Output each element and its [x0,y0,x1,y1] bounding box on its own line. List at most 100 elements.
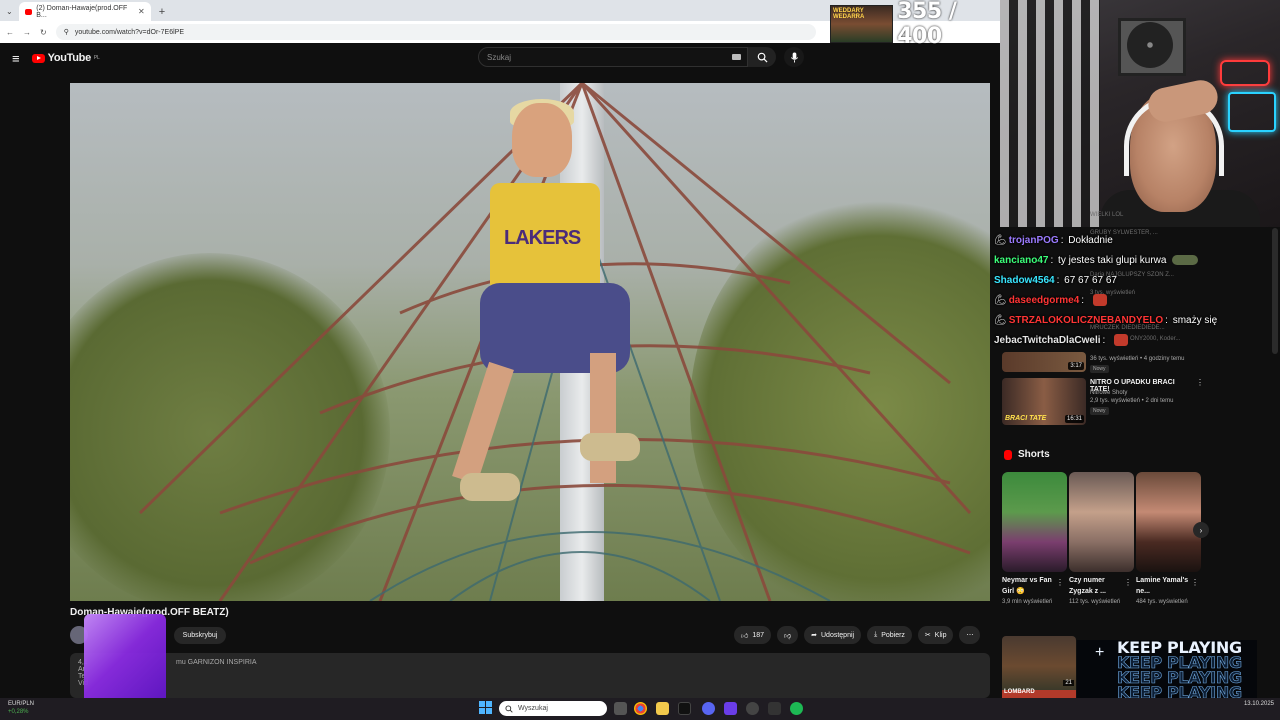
counter-thumb-text: WEDDARY WEDARRA [833,8,865,20]
back-arrow-icon[interactable]: ← [6,28,14,37]
file-explorer-icon[interactable] [656,702,669,715]
stream-goal-counter: WEDDARY WEDARRA 355 / 400 [830,0,1000,49]
more-actions-button[interactable]: ⋯ [959,626,981,644]
more-options-icon[interactable]: ⋮ [1196,378,1204,387]
chat-badge-icon: 💪︎ [994,234,1007,246]
recommendation-thumbnail[interactable]: 3:17 [1002,352,1086,372]
chat-badge-icon: 💪︎ [994,294,1007,306]
chrome-icon[interactable] [634,702,647,715]
like-button[interactable]: 👍︎ 187 [734,626,772,644]
url-text: youtube.com/watch?v=dOr-7E6lPE [74,28,184,36]
more-options-icon[interactable]: ⋮ [1056,578,1064,587]
chat-username: trojanPOG [1008,234,1059,246]
reload-icon[interactable]: ↻ [40,28,47,37]
short-thumbnail[interactable] [1069,472,1134,572]
recommendation-item[interactable]: BRACI TATE 16:31 NITRO O UPADKU BRACI TA… [1002,378,1204,428]
chat-username: JebacTwitchaDlaCweli [994,334,1101,346]
new-tab-button[interactable]: + [159,6,165,18]
voice-search-button[interactable] [784,47,804,67]
description-box[interactable]: 4,1 Ar Te Vid mu GARNIZON INSPIRIA [70,653,990,698]
app-icon[interactable] [768,702,781,715]
chat-message: 💪︎ trojanPOG: Dokładnie [994,234,1113,246]
short-title[interactable]: Czy numer Zygzak z ... [1069,575,1129,597]
address-bar[interactable]: ⚲ youtube.com/watch?v=dOr-7E6lPE [55,24,816,40]
obs-icon[interactable] [746,702,759,715]
more-dots-icon: ⋯ [966,632,974,639]
share-icon: ➦ [811,632,817,639]
clip-label: Klip [934,631,947,639]
search-input[interactable]: Szukaj [478,47,748,67]
youtube-logo-text: YouTube [47,52,92,64]
menu-hamburger-icon[interactable]: ≡ [12,51,20,66]
microphone-icon [790,51,798,63]
dislike-button[interactable]: 👎︎ [777,626,799,644]
scissors-icon: ✂ [924,632,931,639]
tab-list-chevron-icon[interactable]: ⌄ [6,7,13,16]
more-options-icon[interactable]: ⋮ [1191,578,1199,587]
chat-username: STRZALOKOLICZNEBANDYELO [1008,314,1164,326]
chevron-right-icon: › [1199,525,1203,535]
recommendation-thumbnail-strip: LOMBARD [1002,689,1076,698]
spotify-icon[interactable] [790,702,803,715]
search-button[interactable] [748,47,776,67]
recommendation-item[interactable]: 3:17 36 tys. wyświetleń • 4 godziny temu… [1002,352,1202,376]
recommendation-thumbnail[interactable]: 21 [1002,636,1076,696]
webcam-wall-stripes [1000,0,1100,227]
chat-message: 💪︎ STRZALOKOLICZNEBANDYELO: smaży się [994,314,1218,326]
keyboard-icon[interactable] [732,54,741,60]
thumbs-down-icon: 👎︎ [784,632,792,640]
chat-text: ty jestes taki glupi kurwa [1058,254,1167,266]
app-icon[interactable] [724,702,737,715]
recommendation-thumbnail[interactable]: BRACI TATE 16:31 [1002,378,1086,425]
chat-username: kanciano47 [994,254,1049,266]
webcam-vinyl-disc [1127,22,1173,68]
browser-tab-active[interactable]: (2) Doman-Hawaje(prod.OFF B... ✕ [18,2,151,21]
recommendation-stats: 2,9 tys. wyświetleń • 2 dni temu [1090,398,1174,404]
youtube-favicon-icon [24,8,33,15]
windows-start-icon[interactable] [479,701,493,715]
taskbar-search-input[interactable]: Wyszukaj [499,701,607,716]
youtube-country-code: PL [93,55,100,61]
short-thumbnail[interactable] [1002,472,1067,572]
terminal-icon[interactable] [678,702,691,715]
youtube-logo[interactable]: YouTube PL [31,52,100,64]
video-duration: 16:31 [1064,415,1084,423]
chat-text: Dokładnie [1068,234,1113,246]
download-button[interactable]: ⤓ Pobierz [867,626,912,644]
short-thumbnail[interactable] [1136,472,1201,572]
chat-emote-icon [1092,294,1107,306]
jersey-text: LAKERS [504,227,581,249]
chat-scrollbar[interactable] [1272,228,1278,354]
site-info-icon[interactable]: ⚲ [64,28,69,36]
screen: ⌄ (2) Doman-Hawaje(prod.OFF B... ✕ + ← →… [0,0,1280,720]
thumbs-up-icon: 👍︎ [741,632,749,640]
shorts-title: Shorts [1018,449,1050,460]
share-button[interactable]: ➦ Udostępnij [804,626,862,644]
forward-arrow-icon[interactable]: → [23,28,31,37]
webcam-neon-sign [1220,60,1270,86]
tray-date: 13.10.2025 [1243,701,1274,707]
chat-text: smaży się [1172,314,1218,326]
tab-close-icon[interactable]: ✕ [138,7,145,16]
short-title[interactable]: Lamine Yamal's ne... [1136,575,1196,597]
counter-value: 355 / 400 [897,0,957,49]
tab-title: (2) Doman-Hawaje(prod.OFF B... [36,4,128,19]
description-line-3: Vid [78,680,88,687]
recommendation-channel[interactable]: Nitrowe Shoty [1090,390,1127,396]
video-player[interactable]: LAKERS [70,83,990,601]
download-label: Pobierz [881,631,905,639]
windows-taskbar: EUR/PLN +0,28% Wyszukaj 13.10.2025 [0,698,1280,720]
subscribe-button[interactable]: Subskrybuj [174,627,226,644]
chat-username: daseedgorme4 [1008,294,1080,306]
ticker-widget[interactable]: EUR/PLN +0,28% [8,700,34,716]
clip-button[interactable]: ✂ Klip [917,626,954,644]
chat-message: 💪︎ daseedgorme4: [994,290,1274,310]
task-view-icon[interactable] [614,702,627,715]
chat-message: Shadow4564: 67 67 67 67 [994,274,1117,286]
more-options-icon[interactable]: ⋮ [1124,578,1132,587]
system-tray[interactable]: 13.10.2025 [1244,701,1274,708]
chat-message: JebacTwitchaDlaCweli: [994,330,1274,350]
discord-icon[interactable] [702,702,715,715]
short-title[interactable]: Neymar vs Fan Girl 😳 [1002,575,1062,597]
shorts-next-button[interactable]: › [1193,522,1209,538]
